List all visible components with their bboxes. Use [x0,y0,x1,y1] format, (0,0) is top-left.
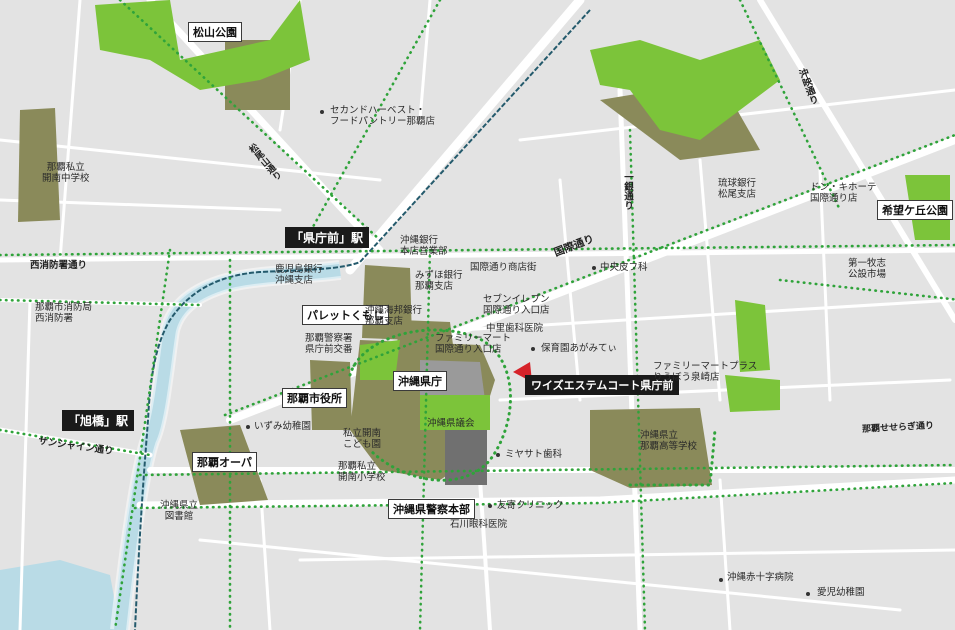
poi-miyasato-dental: ミヤサト歯科 [505,449,563,460]
poi-dot [496,453,500,457]
poi-kagoshima-bank: 鹿児島銀行 沖縄支店 [275,264,323,287]
road-nishi-shobosho: 西消防署通り [30,260,88,271]
poi-izumi-kindergarten: いずみ幼稚園 [254,421,312,432]
poi-okinawa-pref-assembly: 沖縄県議会 [427,418,475,429]
poi-second-harvest: セカンドハーベスト・ フードパントリー那覇店 [330,105,435,128]
label-naha-city-hall: 那覇市役所 [282,388,347,408]
poi-fire-station: 那覇市消防局 西消防署 [35,302,93,325]
label-matsuyama-park: 松山公園 [188,22,242,42]
poi-library: 沖縄県立 図書館 [160,500,199,523]
poi-dot [320,110,324,114]
poi-police-annex: 那覇警察署 県庁前交番 [305,333,353,356]
poi-okinawa-kaiho-bank: みずほ銀行 那覇支店 [415,270,463,293]
poi-okinawa-kaiho-bank2: 沖縄海邦銀行 那覇支店 [365,305,423,328]
poi-familymart-plus: ファミリーマートプラス りうぼう泉崎店 [653,361,758,384]
poi-kokusai-shotengai: 国際通り商店街 [470,262,537,273]
poi-tomoyose-clinic: 友寄クリニック [497,500,564,511]
poi-naha-high-school: 沖縄県立 那覇高等学校 [640,430,698,453]
poi-chuo-clinic: 中央皮フ科 [600,262,648,273]
poi-private-kaiho-kinder: 私立開南 こども園 [343,428,382,451]
poi-naha-private-kaiho-es: 那覇私立 開南小学校 [338,461,386,484]
poi-aiji-kinder: 愛児幼稚園 [817,587,865,598]
poi-daiichi-makishi: 第一牧志 公設市場 [848,258,887,281]
poi-seven-eleven: セブンイレブン 国際通り入口店 [483,294,550,317]
poi-dot [806,592,810,596]
station-kenchomae[interactable]: 「県庁前」駅 [285,227,370,248]
poi-hoikuen: 保育園あがみてぃ [541,343,618,354]
poi-nakazato-dental: 中里歯科医院 [486,323,544,334]
poi-donki: ドン・キホーテ 国際通り店 [810,182,877,205]
station-asahibashi[interactable]: 「旭橋」駅 [62,410,135,431]
area-map[interactable]: 「県庁前」駅 「旭橋」駅 ワイズエステムコート県庁前 松山公園 希望ケ丘公園 那… [0,0,955,630]
poi-dot [488,504,492,508]
poi-dot [592,266,596,270]
poi-dot [719,578,723,582]
label-police-hq: 沖縄県警察本部 [388,499,475,519]
label-okinawa-pref-office: 沖縄県庁 [393,371,447,391]
label-naha-opa: 那覇オーパ [192,452,257,472]
poi-naha-private-jhs: 那覇私立 開南中学校 [42,162,90,185]
poi-dot [531,347,535,351]
poi-okigin-honten: 沖縄銀行 本店営業部 [400,235,448,258]
poi-ryugin-matsuo: 琉球銀行 松尾支店 [718,178,757,201]
poi-dot [246,425,250,429]
road-ichigin: 一銀通り [622,172,633,210]
label-nozomigaoka-park: 希望ケ丘公園 [877,200,953,220]
poi-familymart-kokusai: ファミリーマート 国際通り入口店 [435,333,512,356]
poi-red-cross: 沖縄赤十字病院 [727,572,794,583]
poi-ishikawa-eye: 石川眼科医院 [450,519,508,530]
